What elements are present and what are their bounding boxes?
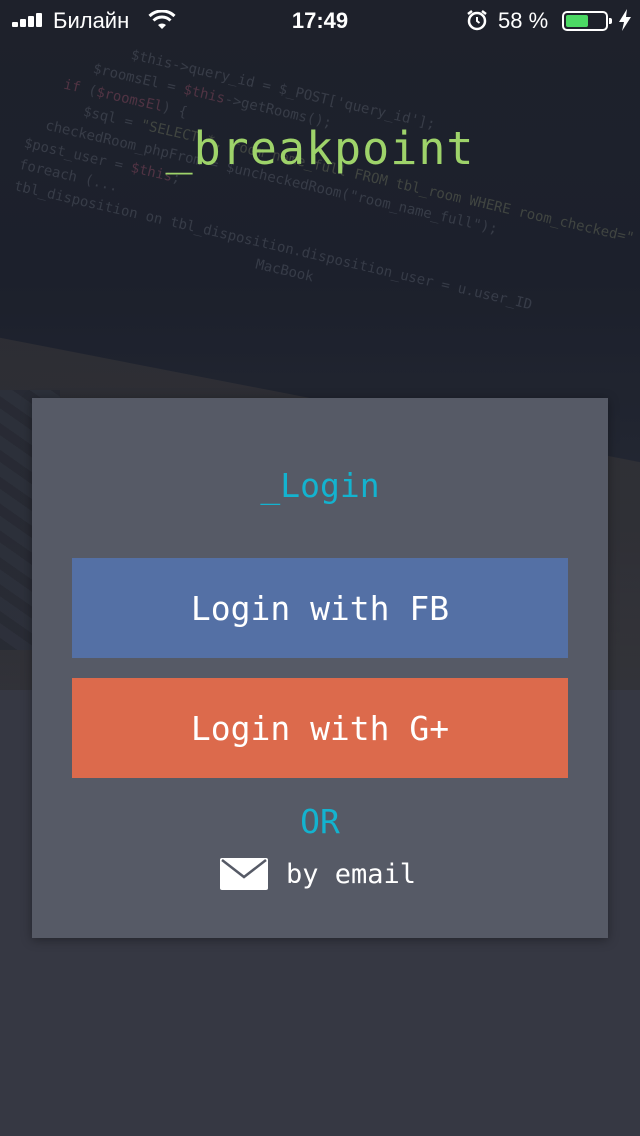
alarm-icon — [467, 10, 487, 31]
login-email-link[interactable]: by email — [220, 854, 416, 894]
or-separator: OR — [300, 802, 340, 841]
battery-icon — [562, 11, 612, 31]
envelope-icon — [220, 858, 268, 890]
battery-percentage: 58 % — [498, 8, 549, 33]
login-facebook-button[interactable]: Login with FB — [72, 558, 568, 658]
battery-fill — [566, 15, 588, 27]
app-brand-title: _breakpoint — [165, 122, 475, 175]
charging-icon — [619, 9, 631, 31]
login-google-button[interactable]: Login with G+ — [72, 678, 568, 778]
login-card: _Login Login with FB Login with G+ OR by… — [32, 398, 608, 938]
status-bar: Билайн 17:49 58 % — [0, 0, 640, 40]
email-link-label: by email — [286, 858, 417, 890]
login-title: _Login — [260, 466, 380, 505]
